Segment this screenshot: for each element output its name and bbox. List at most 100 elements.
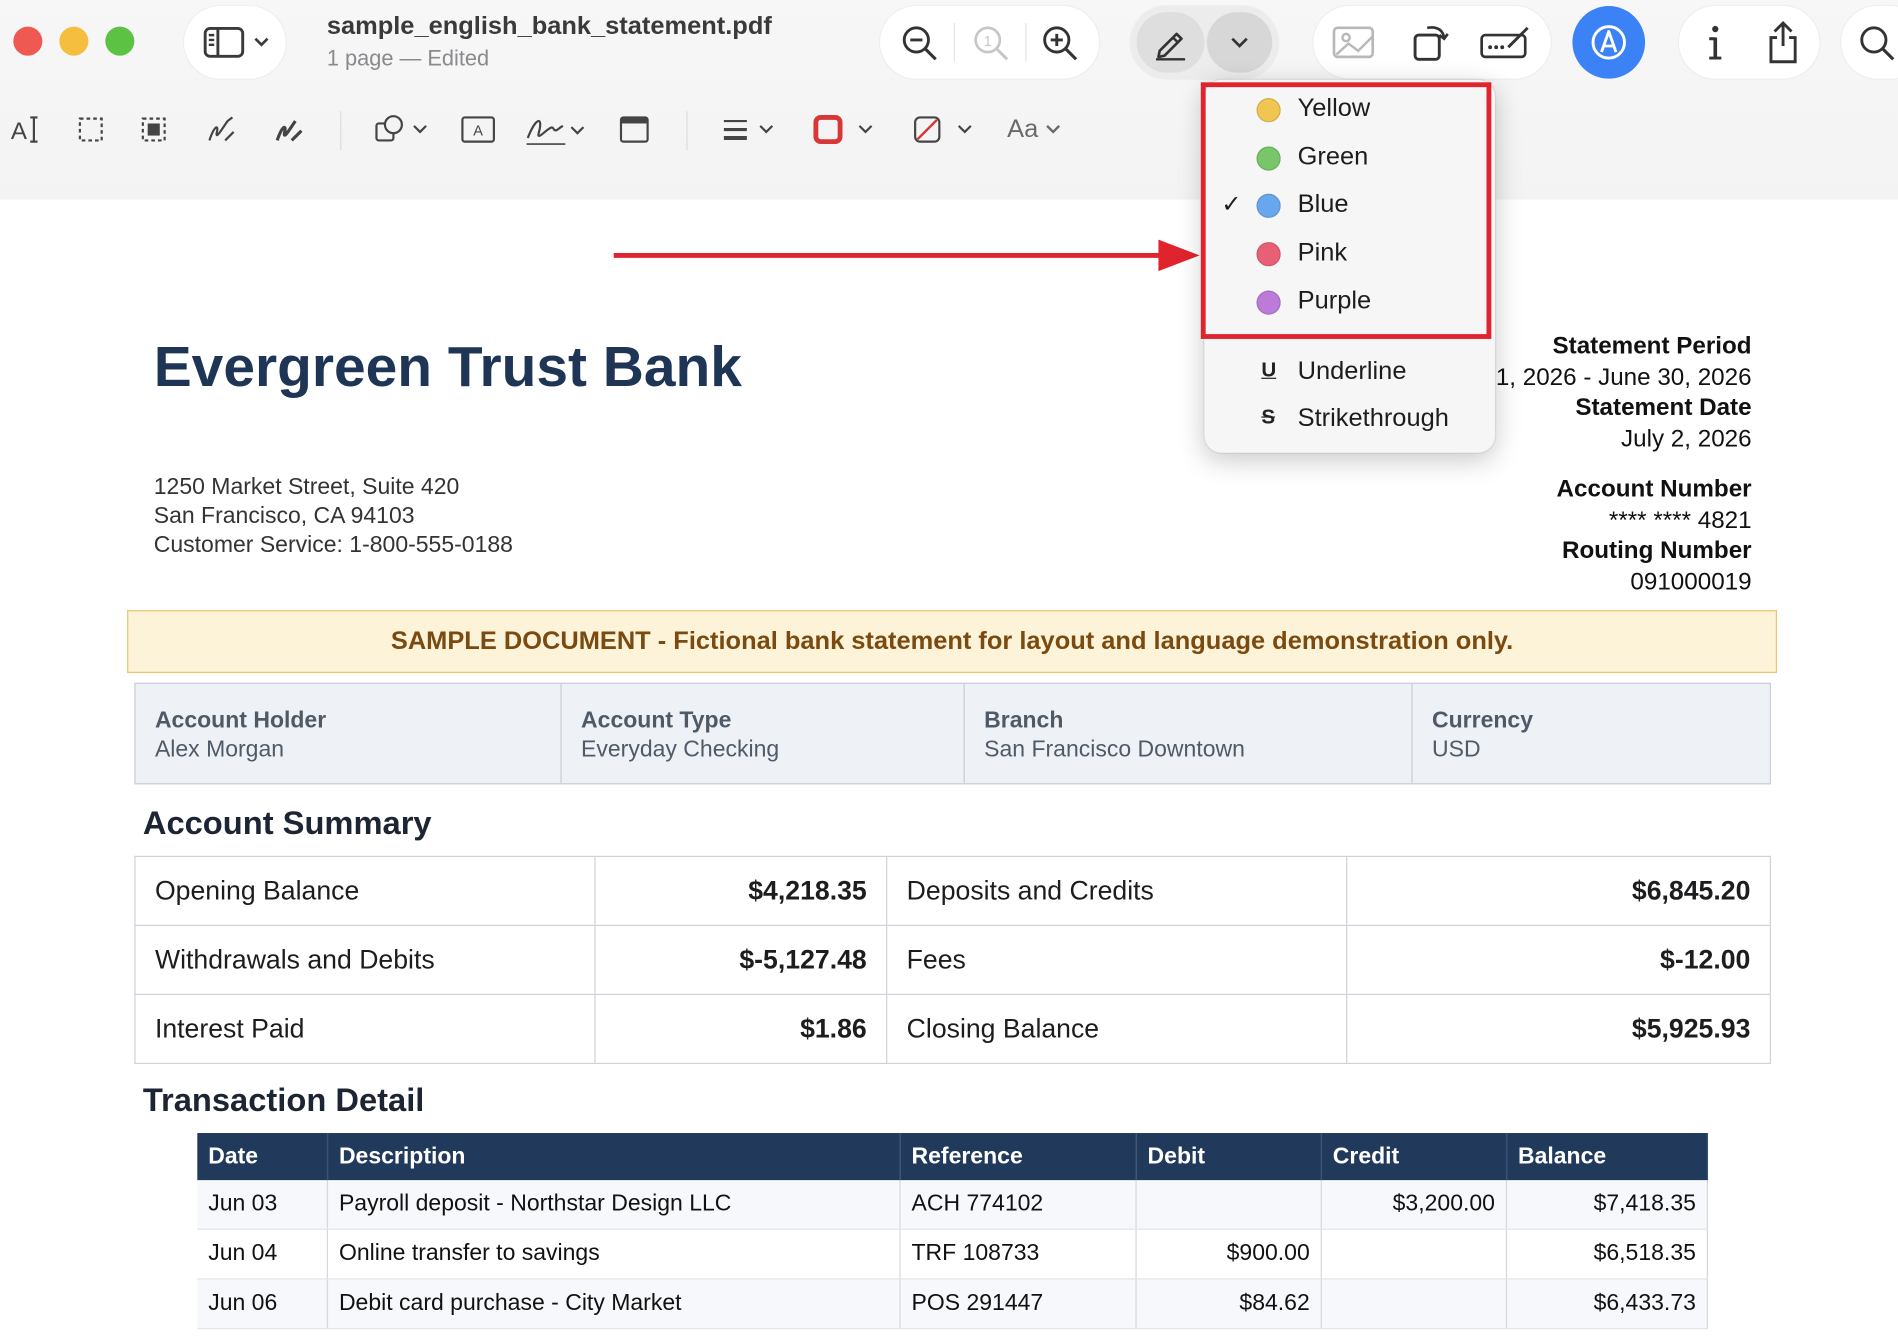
summary-label: Opening Balance bbox=[134, 855, 596, 927]
smart-lasso-icon[interactable] bbox=[140, 116, 167, 143]
info-cell-currency: Currency USD bbox=[1413, 684, 1770, 783]
chevron-down-icon bbox=[1045, 125, 1060, 134]
info-cell-holder: Account Holder Alex Morgan bbox=[136, 683, 562, 784]
tx-credit: $3,200.00 bbox=[1321, 1180, 1508, 1230]
table-row: Opening Balance $4,218.35 Deposits and C… bbox=[134, 855, 1771, 927]
note-icon[interactable] bbox=[619, 115, 650, 144]
image-placeholder-icon[interactable] bbox=[1332, 24, 1376, 60]
text-box-icon[interactable]: A bbox=[460, 114, 496, 145]
tx-description: Online transfer to savings bbox=[327, 1229, 901, 1280]
edit-tools-group bbox=[1313, 6, 1551, 79]
info-icon[interactable] bbox=[1701, 22, 1730, 63]
tx-date: Jun 03 bbox=[197, 1180, 329, 1230]
zoom-out-icon[interactable] bbox=[901, 24, 940, 63]
tx-balance: $6,433.73 bbox=[1506, 1278, 1709, 1330]
table-row: Jun 06 Debit card purchase - City Market… bbox=[197, 1278, 1709, 1330]
customer-service-line: Customer Service: 1-800-555-0188 bbox=[153, 532, 513, 559]
statement-date-value: July 2, 2026 bbox=[1621, 426, 1752, 453]
rectangular-selection-icon[interactable] bbox=[77, 116, 104, 143]
info-label: Branch bbox=[984, 708, 1064, 734]
close-window-button[interactable] bbox=[13, 26, 43, 56]
highlight-controls bbox=[1130, 6, 1279, 79]
summary-value: $6,845.20 bbox=[1346, 855, 1771, 927]
column-header: Debit bbox=[1136, 1133, 1322, 1181]
chevron-down-icon bbox=[1231, 37, 1248, 48]
tx-description: Debit card purchase - City Market bbox=[327, 1278, 901, 1330]
tx-date: Jun 04 bbox=[197, 1229, 329, 1280]
routing-number-label: Routing Number bbox=[1561, 537, 1752, 565]
transaction-table: Date Description Reference Debit Credit … bbox=[197, 1133, 1709, 1330]
shapes-icon[interactable] bbox=[374, 114, 430, 145]
column-header: Date bbox=[197, 1133, 329, 1181]
table-row: Interest Paid $1.86 Closing Balance $5,9… bbox=[134, 993, 1771, 1065]
zoom-in-icon[interactable] bbox=[1041, 24, 1080, 63]
markup-toolbar-button[interactable] bbox=[1572, 6, 1646, 79]
tx-credit bbox=[1321, 1278, 1508, 1330]
menu-item-strikethrough[interactable]: S Strikethrough bbox=[1204, 398, 1495, 442]
highlight-options-button[interactable] bbox=[1206, 12, 1273, 73]
summary-label: Withdrawals and Debits bbox=[134, 924, 596, 996]
minimize-window-button[interactable] bbox=[59, 26, 89, 56]
draw-icon[interactable] bbox=[274, 114, 305, 145]
highlight-button[interactable] bbox=[1136, 12, 1205, 73]
border-color-icon[interactable] bbox=[812, 114, 877, 145]
actual-size-icon[interactable]: 1 bbox=[972, 24, 1011, 63]
svg-text:A: A bbox=[473, 124, 483, 140]
summary-label: Closing Balance bbox=[886, 993, 1348, 1065]
table-row: Jun 03 Payroll deposit - Northstar Desig… bbox=[197, 1180, 1709, 1230]
sidebar-toggle-button[interactable] bbox=[183, 6, 286, 79]
sketch-icon[interactable] bbox=[206, 114, 237, 145]
rotate-icon[interactable] bbox=[1410, 21, 1451, 65]
tx-balance: $6,518.35 bbox=[1506, 1229, 1709, 1280]
column-header: Description bbox=[327, 1133, 901, 1181]
zoom-window-button[interactable] bbox=[105, 26, 135, 56]
tx-balance: $7,418.35 bbox=[1506, 1180, 1709, 1230]
column-header: Balance bbox=[1506, 1133, 1709, 1181]
tx-reference: POS 291447 bbox=[900, 1278, 1137, 1330]
column-header: Credit bbox=[1321, 1133, 1508, 1181]
table-row: Jun 04 Online transfer to savings TRF 10… bbox=[197, 1229, 1709, 1280]
menu-item-underline[interactable]: U Underline bbox=[1204, 351, 1495, 395]
tx-debit: $900.00 bbox=[1136, 1229, 1322, 1280]
tx-debit: $84.62 bbox=[1136, 1278, 1322, 1330]
summary-label: Deposits and Credits bbox=[886, 855, 1348, 927]
document-subtitle: 1 page — Edited bbox=[326, 45, 490, 71]
fill-color-icon[interactable] bbox=[912, 114, 977, 145]
info-cell-type: Account Type Everyday Checking bbox=[562, 683, 965, 784]
account-info-panel: Account Holder Alex Morgan Account Type … bbox=[134, 682, 1771, 785]
info-value: San Francisco Downtown bbox=[984, 737, 1245, 763]
svg-text:A: A bbox=[11, 118, 28, 145]
share-icon[interactable] bbox=[1765, 19, 1801, 65]
sample-document-banner: SAMPLE DOCUMENT - Fictional bank stateme… bbox=[127, 610, 1778, 674]
info-label: Account Holder bbox=[154, 708, 327, 734]
account-summary-table: Opening Balance $4,218.35 Deposits and C… bbox=[134, 855, 1771, 1065]
tx-reference: TRF 108733 bbox=[900, 1229, 1137, 1280]
column-header: Reference bbox=[900, 1133, 1137, 1181]
summary-value: $4,218.35 bbox=[594, 855, 888, 927]
chevron-down-icon bbox=[254, 37, 269, 47]
summary-value: $-12.00 bbox=[1346, 924, 1771, 996]
pdf-page: Evergreen Trust Bank 1250 Market Street,… bbox=[0, 199, 1898, 1339]
summary-value: $-5,127.48 bbox=[594, 924, 888, 996]
account-number-value: **** **** 4821 bbox=[1608, 507, 1752, 534]
shape-style-icon[interactable] bbox=[720, 116, 778, 143]
text-style-button[interactable]: Aa bbox=[1007, 115, 1061, 144]
tx-debit bbox=[1136, 1180, 1322, 1230]
annotation-arrow bbox=[613, 239, 1200, 272]
markup-signature-icon[interactable] bbox=[1479, 23, 1532, 62]
menu-item-label: Strikethrough bbox=[1297, 404, 1449, 433]
info-cell-branch: Branch San Francisco Downtown bbox=[965, 683, 1413, 784]
search-button[interactable] bbox=[1841, 6, 1898, 79]
summary-value: $5,925.93 bbox=[1346, 993, 1771, 1065]
signature-icon[interactable] bbox=[524, 111, 587, 147]
menu-item-label: Underline bbox=[1297, 357, 1407, 385]
info-value: Everyday Checking bbox=[581, 737, 780, 763]
account-summary-heading: Account Summary bbox=[142, 804, 432, 842]
summary-label: Fees bbox=[886, 924, 1348, 996]
text-selection-icon[interactable]: A bbox=[11, 114, 42, 145]
info-label: Account Type bbox=[581, 708, 732, 734]
tx-date: Jun 06 bbox=[197, 1278, 329, 1330]
document-title: sample_english_bank_statement.pdf bbox=[326, 12, 772, 40]
address-line-1: 1250 Market Street, Suite 420 bbox=[153, 474, 460, 500]
info-share-group bbox=[1678, 6, 1820, 79]
